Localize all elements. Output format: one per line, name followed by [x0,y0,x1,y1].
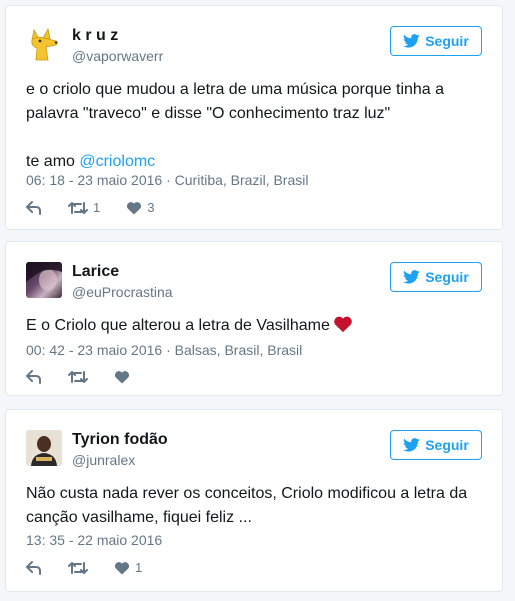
heart-icon [114,561,130,574]
heart-icon [127,201,142,214]
bird-icon [403,34,420,48]
tweet-meta[interactable]: 00: 42 - 23 maio 2016 · Balsas, Brasil, … [26,342,302,358]
reply-icon [26,200,41,215]
tweet-text: Não custa nada rever os conceitos, Criol… [26,482,482,530]
tweet-text-content: E o Criolo que alterou a letra de Vasilh… [26,317,330,334]
tweet-text: E o Criolo que alterou a letra de Vasilh… [26,314,482,338]
tweet-meta[interactable]: 13: 35 - 22 maio 2016 [26,532,162,548]
photo-avatar-icon [26,262,62,291]
like-action[interactable]: 3 [126,200,154,215]
tweet-actions [26,370,156,384]
tweet-text-line: E o Criolo que alterou a letra de Vasilh… [26,314,482,338]
tweet-text-line: Não custa nada rever os conceitos, Criol… [26,485,468,502]
bird-icon [403,270,420,284]
mention-link[interactable]: @criolomc [79,153,155,170]
user-name[interactable]: Larice [72,262,119,282]
user-name[interactable]: Tyrion fodão [72,430,168,450]
bird-icon [403,438,420,452]
yellow-fox-avatar-icon [31,27,58,61]
follow-label: Seguir [425,33,469,49]
avatar[interactable] [26,26,62,62]
like-action[interactable] [114,370,130,384]
tweet-text: e o criolo que mudou a letra de uma músi… [26,78,482,174]
tweet-text-line: te amo @criolomc [26,150,482,174]
tweet-actions: 1 3 [26,200,180,215]
retweet-icon [68,371,88,383]
tweet-card: k r u z @vaporwaverr Seguir e o criolo q… [5,5,503,230]
avatar[interactable] [26,262,62,298]
like-count: 3 [147,200,155,215]
user-name[interactable]: k r u z [72,26,118,46]
retweet-count: 1 [93,200,101,215]
reply-icon [26,370,41,384]
retweet-action[interactable] [68,370,88,384]
user-handle[interactable]: @junralex [72,451,135,469]
tweet-card: Tyrion fodão @junralex Seguir Não custa … [5,409,503,592]
tweet-actions: 1 [26,560,168,575]
tweet-text-line: palavra "traveco" e disse "O conheciment… [26,105,391,122]
retweet-action[interactable] [68,561,88,575]
like-action[interactable]: 1 [114,560,142,575]
tweet-text-line: e o criolo que mudou a letra de uma músi… [26,81,445,98]
tweet-text-line: canção vasilhame, fiquei feliz ... [26,509,252,526]
tweet-text-prefix: te amo [26,153,80,170]
follow-button[interactable]: Seguir [390,26,482,56]
follow-label: Seguir [425,437,469,453]
tweet-meta[interactable]: 06: 18 - 23 maio 2016 · Curitiba, Brazil… [26,172,308,188]
photo-avatar-icon [31,436,57,466]
follow-button[interactable]: Seguir [390,262,482,292]
user-handle[interactable]: @vaporwaverr [72,47,163,65]
reply-action[interactable] [26,560,42,575]
follow-label: Seguir [425,269,469,285]
retweet-icon [68,561,88,574]
reply-action[interactable] [26,370,42,384]
avatar[interactable] [26,430,62,466]
retweet-icon [68,201,88,214]
reply-icon [26,560,41,575]
tweet-card: Larice @euProcrastina Seguir E o Criolo … [5,241,503,396]
retweet-action[interactable]: 1 [68,200,100,215]
reply-action[interactable] [26,200,42,215]
follow-button[interactable]: Seguir [390,430,482,460]
user-handle[interactable]: @euProcrastina [72,283,173,301]
heart-icon [114,371,130,384]
red-heart-icon [334,316,352,333]
like-count: 1 [135,560,143,575]
